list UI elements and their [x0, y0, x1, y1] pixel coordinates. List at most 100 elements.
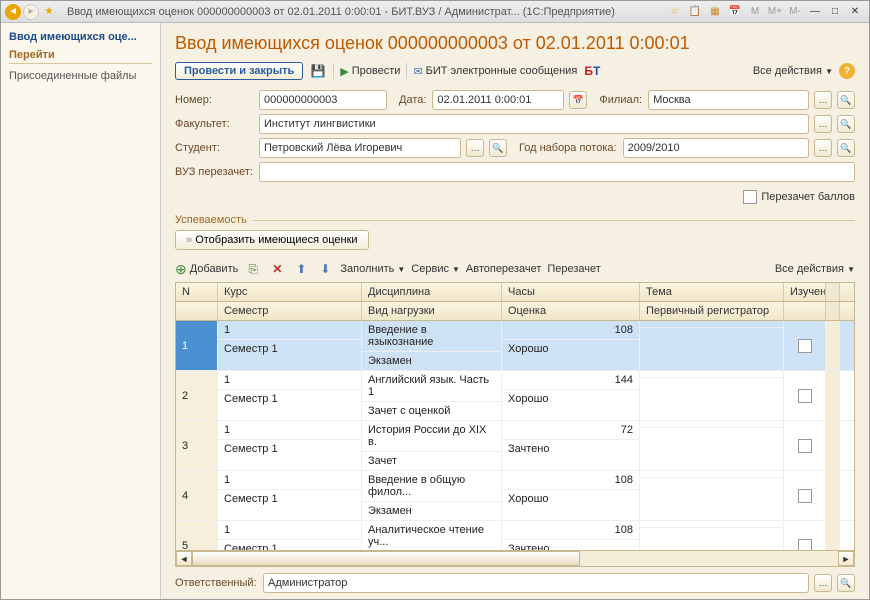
m-minus-button[interactable]: M-	[787, 4, 803, 20]
move-up-icon[interactable]: ⬆	[292, 260, 310, 278]
year-input[interactable]: 2009/2010	[623, 138, 809, 158]
hscroll-left-icon[interactable]: ◄	[176, 551, 192, 566]
show-existing-grades-button[interactable]: » Отобразить имеющиеся оценки	[175, 230, 369, 250]
calendar-icon[interactable]: 📅	[727, 4, 743, 20]
post-and-close-button[interactable]: Провести и закрыть	[175, 62, 303, 80]
col-load[interactable]: Вид нагрузки	[362, 302, 502, 320]
studied-checkbox[interactable]	[798, 439, 812, 453]
m-button[interactable]: M	[747, 4, 763, 20]
cell-topic[interactable]	[640, 321, 784, 370]
cell-course[interactable]: 1Семестр 1	[218, 471, 362, 520]
cell-topic[interactable]	[640, 471, 784, 520]
responsible-input[interactable]: Администратор	[263, 573, 809, 593]
cell-discipline[interactable]: Английский язык. Часть 1Зачет с оценкой	[362, 371, 502, 420]
hscroll-thumb[interactable]	[192, 551, 580, 566]
table-row[interactable]: 21Семестр 1Английский язык. Часть 1Зачет…	[176, 371, 854, 421]
m-plus-button[interactable]: M+	[767, 4, 783, 20]
star-icon[interactable]: ☆	[667, 4, 683, 20]
cell-hours[interactable]: 108Зачтено	[502, 521, 640, 550]
table-row[interactable]: 41Семестр 1Введение в общую филол...Экза…	[176, 471, 854, 521]
save-icon[interactable]: 💾	[309, 62, 327, 80]
branch-open-icon[interactable]: 🔍	[837, 91, 855, 109]
cell-course[interactable]: 1Семестр 1	[218, 521, 362, 550]
cell-discipline[interactable]: Введение в общую филол...Экзамен	[362, 471, 502, 520]
calc-icon[interactable]: ▦	[707, 4, 723, 20]
cell-hours[interactable]: 108Хорошо	[502, 471, 640, 520]
responsible-select-icon[interactable]: …	[814, 574, 832, 592]
date-input[interactable]: 02.01.2011 0:00:01	[432, 90, 564, 110]
studied-checkbox[interactable]	[798, 489, 812, 503]
auto-recredit-button[interactable]: Автоперезачет	[466, 263, 541, 275]
cell-discipline[interactable]: История России до XIX в.Зачет	[362, 421, 502, 470]
col-grade[interactable]: Оценка	[502, 302, 640, 320]
add-row-button[interactable]: ⊕Добавить	[175, 261, 238, 278]
table-row[interactable]: 11Семестр 1Введение в языкознаниеЭкзамен…	[176, 321, 854, 371]
nav-forward-icon[interactable]: ▸	[23, 4, 39, 20]
col-topic[interactable]: Тема	[640, 283, 784, 301]
student-open-icon[interactable]: 🔍	[489, 139, 507, 157]
col-discipline[interactable]: Дисциплина	[362, 283, 502, 301]
vuz-input[interactable]	[259, 162, 855, 182]
nav-back-icon[interactable]: ◄	[5, 4, 21, 20]
col-course[interactable]: Курс	[218, 283, 362, 301]
bit-logo-icon[interactable]: БТ	[583, 62, 601, 80]
help-icon[interactable]: ?	[839, 63, 855, 79]
copy-row-icon[interactable]: ⎘	[244, 260, 262, 278]
faculty-input[interactable]: Институт лингвистики	[259, 114, 809, 134]
studied-checkbox[interactable]	[798, 539, 812, 551]
favorite-star-icon[interactable]: ★	[41, 4, 57, 20]
cell-studied[interactable]	[784, 521, 826, 550]
cell-topic[interactable]	[640, 421, 784, 470]
branch-select-icon[interactable]: …	[814, 91, 832, 109]
table-all-actions-dropdown[interactable]: Все действия ▼	[775, 263, 855, 275]
hscroll-right-icon[interactable]: ►	[838, 551, 854, 566]
cell-topic[interactable]	[640, 371, 784, 420]
cell-hours[interactable]: 72Зачтено	[502, 421, 640, 470]
cell-studied[interactable]	[784, 471, 826, 520]
maximize-icon[interactable]: □	[827, 4, 843, 20]
col-studied[interactable]: Изучен	[784, 283, 826, 301]
col-n[interactable]: N	[176, 283, 218, 301]
bit-messages-button[interactable]: ✉ БИТ электронные сообщения	[413, 65, 577, 78]
cell-hours[interactable]: 144Хорошо	[502, 371, 640, 420]
cell-course[interactable]: 1Семестр 1	[218, 321, 362, 370]
student-input[interactable]: Петровский Лёва Игоревич	[259, 138, 461, 158]
col-hours[interactable]: Часы	[502, 283, 640, 301]
cell-course[interactable]: 1Семестр 1	[218, 421, 362, 470]
branch-input[interactable]: Москва	[648, 90, 809, 110]
service-dropdown[interactable]: Сервис ▼	[411, 263, 460, 275]
fill-dropdown[interactable]: Заполнить ▼	[340, 263, 405, 275]
responsible-open-icon[interactable]: 🔍	[837, 574, 855, 592]
faculty-select-icon[interactable]: …	[814, 115, 832, 133]
col-registrar[interactable]: Первичный регистратор	[640, 302, 784, 320]
recredit-checkbox[interactable]	[743, 190, 757, 204]
all-actions-dropdown[interactable]: Все действия ▼	[753, 65, 833, 77]
col-semester[interactable]: Семестр	[218, 302, 362, 320]
cell-hours[interactable]: 108Хорошо	[502, 321, 640, 370]
studied-checkbox[interactable]	[798, 339, 812, 353]
year-open-icon[interactable]: 🔍	[837, 139, 855, 157]
close-icon[interactable]: ✕	[847, 4, 863, 20]
horizontal-scrollbar[interactable]: ◄ ►	[176, 550, 854, 566]
clipboard-icon[interactable]: 📋	[687, 4, 703, 20]
delete-row-icon[interactable]: ✕	[268, 260, 286, 278]
number-input[interactable]: 000000000003	[259, 90, 387, 110]
cell-discipline[interactable]: Введение в языкознаниеЭкзамен	[362, 321, 502, 370]
cell-discipline[interactable]: Аналитическое чтение уч...Зачет	[362, 521, 502, 550]
cell-studied[interactable]	[784, 371, 826, 420]
student-select-icon[interactable]: …	[466, 139, 484, 157]
recredit-button[interactable]: Перезачет	[547, 263, 600, 275]
cell-course[interactable]: 1Семестр 1	[218, 371, 362, 420]
cell-topic[interactable]	[640, 521, 784, 550]
cell-studied[interactable]	[784, 421, 826, 470]
year-select-icon[interactable]: …	[814, 139, 832, 157]
cell-studied[interactable]	[784, 321, 826, 370]
date-picker-icon[interactable]: 📅	[569, 91, 587, 109]
table-row[interactable]: 51Семестр 1Аналитическое чтение уч...Зач…	[176, 521, 854, 550]
sidebar-link-attached-files[interactable]: Присоединенные файлы	[9, 68, 152, 84]
minimize-icon[interactable]: —	[807, 4, 823, 20]
move-down-icon[interactable]: ⬇	[316, 260, 334, 278]
faculty-open-icon[interactable]: 🔍	[837, 115, 855, 133]
table-row[interactable]: 31Семестр 1История России до XIX в.Зачет…	[176, 421, 854, 471]
studied-checkbox[interactable]	[798, 389, 812, 403]
